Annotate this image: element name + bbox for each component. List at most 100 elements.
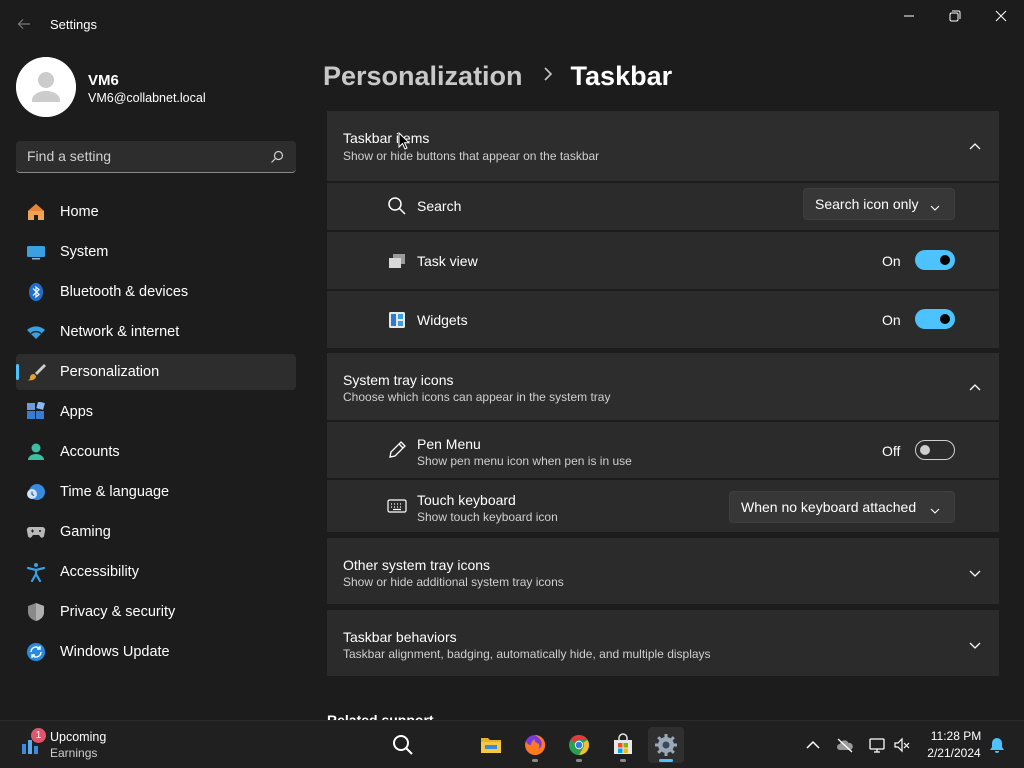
restore-icon	[949, 10, 961, 22]
search-icon	[387, 196, 407, 216]
chevron-up-icon[interactable]	[969, 381, 981, 393]
sidebar-item-privacy[interactable]: Privacy & security	[16, 594, 296, 630]
sidebar-item-label: Network & internet	[60, 324, 180, 340]
user-avatar-icon	[16, 57, 76, 117]
app-title: Settings	[50, 17, 97, 32]
home-icon	[26, 202, 46, 222]
chevron-down-icon	[930, 503, 940, 514]
task-view-toggle[interactable]	[915, 250, 955, 270]
sidebar-item-apps[interactable]: Apps	[16, 394, 296, 430]
sidebar-item-label: Gaming	[60, 524, 111, 540]
widget-subtitle: Earnings	[50, 746, 98, 760]
search-mode-dropdown[interactable]: Search icon only	[803, 188, 955, 220]
taskbar-microsoft-store[interactable]	[605, 727, 641, 763]
sidebar-item-time-language[interactable]: Time & language	[16, 474, 296, 510]
task-view-label: Task view	[417, 253, 478, 269]
search-icon[interactable]	[270, 150, 284, 164]
sidebar-item-label: Windows Update	[60, 644, 170, 660]
widgets-label: Widgets	[417, 312, 468, 328]
taskbar-behaviors-card[interactable]: Taskbar behaviors Taskbar alignment, bad…	[327, 610, 999, 676]
show-hidden-icons-button[interactable]	[803, 735, 823, 755]
system-icon	[26, 242, 46, 262]
taskbar-chrome[interactable]	[561, 727, 597, 763]
running-indicator	[576, 759, 582, 762]
sidebar-item-system[interactable]: System	[16, 234, 296, 270]
sidebar-item-label: Privacy & security	[60, 604, 176, 620]
taskbar-settings[interactable]	[648, 727, 684, 763]
page-title: Taskbar	[570, 60, 673, 91]
touch-keyboard-dropdown[interactable]: When no keyboard attached	[729, 491, 955, 523]
sidebar-item-label: Apps	[60, 404, 94, 420]
sidebar-item-windows-update[interactable]: Windows Update	[16, 634, 296, 670]
gamepad-icon	[26, 522, 46, 542]
shield-icon	[26, 602, 46, 622]
avatar	[16, 57, 76, 117]
taskbar-search-button[interactable]	[385, 727, 421, 763]
back-button[interactable]	[12, 12, 36, 36]
task-view-setting-row: Task view On	[327, 232, 999, 289]
sidebar-item-label: Home	[60, 204, 99, 220]
store-icon	[614, 733, 632, 754]
pen-menu-setting-row: Pen Menu Show pen menu icon when pen is …	[327, 422, 999, 478]
task-view-state: On	[882, 253, 901, 269]
system-tray-icons-header[interactable]: System tray icons Choose which icons can…	[327, 353, 999, 420]
breadcrumb-parent[interactable]: Personalization	[323, 61, 523, 92]
sidebar-item-home[interactable]: Home	[16, 194, 296, 230]
title-bar: Settings	[0, 0, 1024, 48]
search-label: Search	[417, 198, 462, 214]
settings-search-box[interactable]	[16, 141, 296, 173]
onedrive-tray-button[interactable]	[835, 735, 855, 755]
search-setting-row: Search Search icon only	[327, 183, 999, 230]
section-subtitle: Show or hide additional system tray icon…	[343, 575, 564, 589]
volume-tray-button[interactable]	[892, 735, 912, 755]
sidebar-item-label: Time & language	[60, 484, 170, 500]
close-icon	[995, 10, 1007, 22]
section-title: System tray icons	[343, 372, 454, 388]
profile-name: VM6	[88, 72, 119, 89]
widgets-setting-row: Widgets On	[327, 291, 999, 348]
sidebar-item-label: Accounts	[60, 444, 120, 460]
sidebar-item-accounts[interactable]: Accounts	[16, 434, 296, 470]
apps-icon	[26, 402, 46, 422]
chevron-down-icon[interactable]	[969, 638, 981, 650]
close-button[interactable]	[978, 0, 1024, 32]
sidebar-item-personalization[interactable]: Personalization	[16, 354, 296, 390]
sidebar-item-accessibility[interactable]: Accessibility	[16, 554, 296, 590]
chevron-up-icon[interactable]	[969, 140, 981, 152]
task-view-icon	[387, 251, 407, 271]
pen-menu-state: Off	[882, 443, 901, 459]
widgets-weather-button[interactable]: 1 Upcoming Earnings	[20, 728, 140, 762]
section-subtitle: Choose which icons can appear in the sys…	[343, 390, 611, 404]
taskbar-firefox[interactable]	[517, 727, 553, 763]
sidebar-item-gaming[interactable]: Gaming	[16, 514, 296, 550]
notifications-button[interactable]	[987, 735, 1007, 755]
brush-icon	[26, 362, 46, 382]
minimize-button[interactable]	[886, 0, 932, 32]
sidebar-item-bluetooth[interactable]: Bluetooth & devices	[16, 274, 296, 310]
restore-button[interactable]	[932, 0, 978, 32]
touch-keyboard-description: Show touch keyboard icon	[417, 510, 558, 524]
pen-menu-label: Pen Menu	[417, 436, 481, 452]
section-subtitle: Taskbar alignment, badging, automaticall…	[343, 647, 711, 661]
user-profile[interactable]: VM6 VM6@collabnet.local	[16, 57, 296, 117]
running-indicator	[620, 759, 626, 762]
other-system-tray-icons-card[interactable]: Other system tray icons Show or hide add…	[327, 538, 999, 604]
taskbar-clock-time[interactable]: 11:28 PM	[926, 729, 986, 743]
touch-keyboard-label: Touch keyboard	[417, 492, 516, 508]
network-icon	[869, 738, 885, 753]
taskbar-clock-date[interactable]: 2/21/2024	[922, 746, 986, 760]
network-tray-button[interactable]	[867, 735, 887, 755]
chevron-down-icon[interactable]	[969, 566, 981, 578]
search-input[interactable]	[16, 141, 256, 171]
chevron-down-icon	[930, 200, 940, 211]
section-title: Taskbar items	[343, 130, 430, 146]
section-title: Other system tray icons	[343, 557, 491, 573]
sidebar-item-network[interactable]: Network & internet	[16, 314, 296, 350]
section-subtitle: Show or hide buttons that appear on the …	[343, 149, 600, 163]
chevron-up-icon	[806, 740, 820, 749]
widgets-toggle[interactable]	[915, 309, 955, 329]
taskbar-items-header[interactable]: Taskbar items Show or hide buttons that …	[327, 111, 999, 181]
pen-menu-toggle[interactable]	[915, 440, 955, 460]
running-indicator	[659, 759, 673, 762]
taskbar-file-explorer[interactable]	[473, 727, 509, 763]
